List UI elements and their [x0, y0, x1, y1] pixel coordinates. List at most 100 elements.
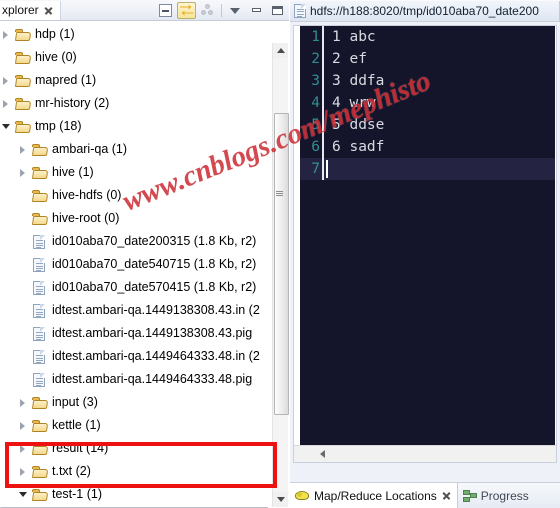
code-line[interactable]: 5 5 ddse	[300, 114, 555, 136]
tree-row[interactable]: id010aba70_date540715 (1.8 Kb, r2)	[0, 253, 268, 276]
code-line-text: 4 wrw	[332, 95, 376, 111]
file-icon	[31, 234, 48, 249]
tree-row-label: id010aba70_date570415 (1.8 Kb, r2)	[52, 280, 257, 294]
code-line[interactable]: 3 3 ddfa	[300, 70, 555, 92]
expand-arrow-down-icon[interactable]	[17, 488, 30, 501]
tree-row-label: t.txt (2)	[52, 464, 91, 478]
dfs-tree-scroll-area[interactable]: hdp (1) hive (0) mapred (1) mr-history (2) t…	[0, 21, 289, 508]
tree-row[interactable]: id010aba70_date200315 (1.8 Kb, r2)	[0, 230, 268, 253]
tree-row[interactable]: idtest.ambari-qa.1449138308.43.pig	[0, 322, 268, 345]
folder-icon	[31, 188, 49, 203]
code-line[interactable]: 2 2 ef	[300, 48, 555, 70]
editor-horizontal-scrollbar[interactable]	[294, 445, 556, 462]
tree-row[interactable]: ambari-qa (1)	[0, 138, 268, 161]
view-menu-button[interactable]	[226, 2, 245, 19]
tree-row[interactable]: mr-history (2)	[0, 92, 268, 115]
line-number: 1	[311, 29, 320, 45]
folder-icon	[14, 73, 32, 88]
maximize-button[interactable]	[268, 2, 287, 19]
tree-row[interactable]: idtest.ambari-qa.1449138308.43.in (2	[0, 299, 268, 322]
tree-row[interactable]: id010aba70_date570415 (1.8 Kb, r2)	[0, 276, 268, 299]
tree-row[interactable]: t.txt (2)	[0, 460, 268, 483]
expand-arrow-right-icon[interactable]	[0, 97, 13, 110]
expand-arrow-right-icon[interactable]	[17, 143, 30, 156]
folder-icon	[31, 165, 49, 180]
tree-row[interactable]: hive-hdfs (0)	[0, 184, 268, 207]
close-icon[interactable]	[441, 490, 452, 501]
tree-row-label: ambari-qa (1)	[52, 142, 128, 156]
twisty-placeholder	[17, 235, 30, 248]
tree-row[interactable]: hive-root (0)	[0, 207, 268, 230]
text-cursor	[326, 160, 328, 178]
folder-icon	[31, 464, 49, 479]
expand-arrow-right-icon[interactable]	[17, 419, 30, 432]
tree-row-label: idtest.ambari-qa.1449464333.48.pig	[52, 372, 253, 386]
tree-row[interactable]: tmp (18)	[0, 115, 268, 138]
code-line-current[interactable]: 7	[300, 158, 555, 180]
folder-icon	[14, 27, 32, 42]
tree-row-label: hive (1)	[52, 165, 94, 179]
tree-row[interactable]: hive (1)	[0, 161, 268, 184]
tree-row[interactable]: hive (0)	[0, 46, 268, 69]
expand-arrow-right-icon[interactable]	[17, 166, 30, 179]
expand-arrow-right-icon[interactable]	[0, 74, 13, 87]
gutter-divider	[322, 158, 324, 180]
tree-row-label: mapred (1)	[35, 73, 97, 87]
tree-row[interactable]: mapred (1)	[0, 69, 268, 92]
bottom-view-tabbar: Map/Reduce Locations Progress	[290, 482, 560, 508]
tree-row[interactable]: kettle (1)	[0, 414, 268, 437]
dfs-explorer-panel: xplorer hdp (1) hive (0) mapred (1) mr-h…	[0, 0, 290, 508]
folder-icon	[31, 441, 49, 456]
collapse-all-icon	[159, 3, 172, 17]
expand-arrow-right-icon[interactable]	[0, 28, 13, 41]
scrollbar-thumb[interactable]	[274, 113, 289, 415]
expand-arrow-down-icon[interactable]	[0, 120, 13, 133]
tree-row-label: id010aba70_date200315 (1.8 Kb, r2)	[52, 234, 257, 248]
scroll-down-icon[interactable]	[273, 492, 288, 507]
text-editor[interactable]: 1 1 abc 2 2 ef 3 3 ddfa 4 4 wrw 5 5 ddse 6 6 sadf 7	[293, 25, 557, 463]
explorer-toolbar	[156, 0, 289, 20]
code-line-text: 6 sadf	[332, 139, 385, 155]
folder-icon	[14, 96, 32, 111]
tree-row[interactable]: test-1 (1)	[0, 483, 268, 506]
folder-icon	[31, 211, 49, 226]
chevron-down-icon	[229, 4, 242, 17]
explorer-vertical-scrollbar[interactable]	[272, 43, 289, 507]
tree-row-label: idtest.ambari-qa.1449464333.48.in (2	[52, 349, 260, 363]
tree-row-label: result (14)	[52, 441, 109, 455]
scrollbar-grip-icon	[276, 191, 283, 196]
tree-row[interactable]: input (3)	[0, 391, 268, 414]
tree-row-label: hive (0)	[35, 50, 77, 64]
code-content[interactable]: 1 1 abc 2 2 ef 3 3 ddfa 4 4 wrw 5 5 ddse 6 6 sadf 7	[300, 26, 555, 445]
collapse-all-button[interactable]	[156, 2, 175, 19]
close-icon[interactable]	[43, 5, 54, 16]
twisty-placeholder	[17, 281, 30, 294]
code-line[interactable]: 1 1 abc	[300, 26, 555, 48]
minimize-button[interactable]	[247, 2, 266, 19]
toolbar-divider	[221, 3, 222, 17]
tab-dfs-explorer[interactable]: xplorer	[0, 0, 61, 20]
progress-label: Progress	[480, 488, 529, 503]
tree-row-label: test-1 (1)	[52, 487, 103, 501]
expand-arrow-right-icon[interactable]	[17, 465, 30, 478]
expand-arrow-right-icon[interactable]	[17, 442, 30, 455]
code-line[interactable]: 6 6 sadf	[300, 136, 555, 158]
scroll-up-icon[interactable]	[273, 43, 288, 58]
tab-progress[interactable]: Progress	[458, 483, 534, 508]
expand-arrow-right-icon[interactable]	[17, 396, 30, 409]
tree-row-label: kettle (1)	[52, 418, 101, 432]
editor-tab-label: hdfs://h188:8020/tmp/id010aba70_date200	[310, 3, 539, 18]
tree-row[interactable]: idtest.ambari-qa.1449464333.48.pig	[0, 368, 268, 391]
link-with-editor-button[interactable]	[198, 2, 217, 19]
tree-row[interactable]: idtest.ambari-qa.1449464333.48.in (2	[0, 345, 268, 368]
tree-row[interactable]: result (14)	[0, 437, 268, 460]
code-line[interactable]: 4 4 wrw	[300, 92, 555, 114]
line-number: 6	[311, 139, 320, 155]
tree-row[interactable]: hdp (1)	[0, 23, 268, 46]
scroll-left-icon[interactable]	[315, 446, 330, 461]
tab-mapreduce-locations[interactable]: Map/Reduce Locations	[290, 483, 458, 508]
line-number: 7	[311, 161, 320, 177]
tab-hdfs-file[interactable]: hdfs://h188:8020/tmp/id010aba70_date200	[290, 0, 560, 21]
folder-icon	[14, 119, 32, 134]
refresh-button[interactable]	[177, 1, 196, 19]
